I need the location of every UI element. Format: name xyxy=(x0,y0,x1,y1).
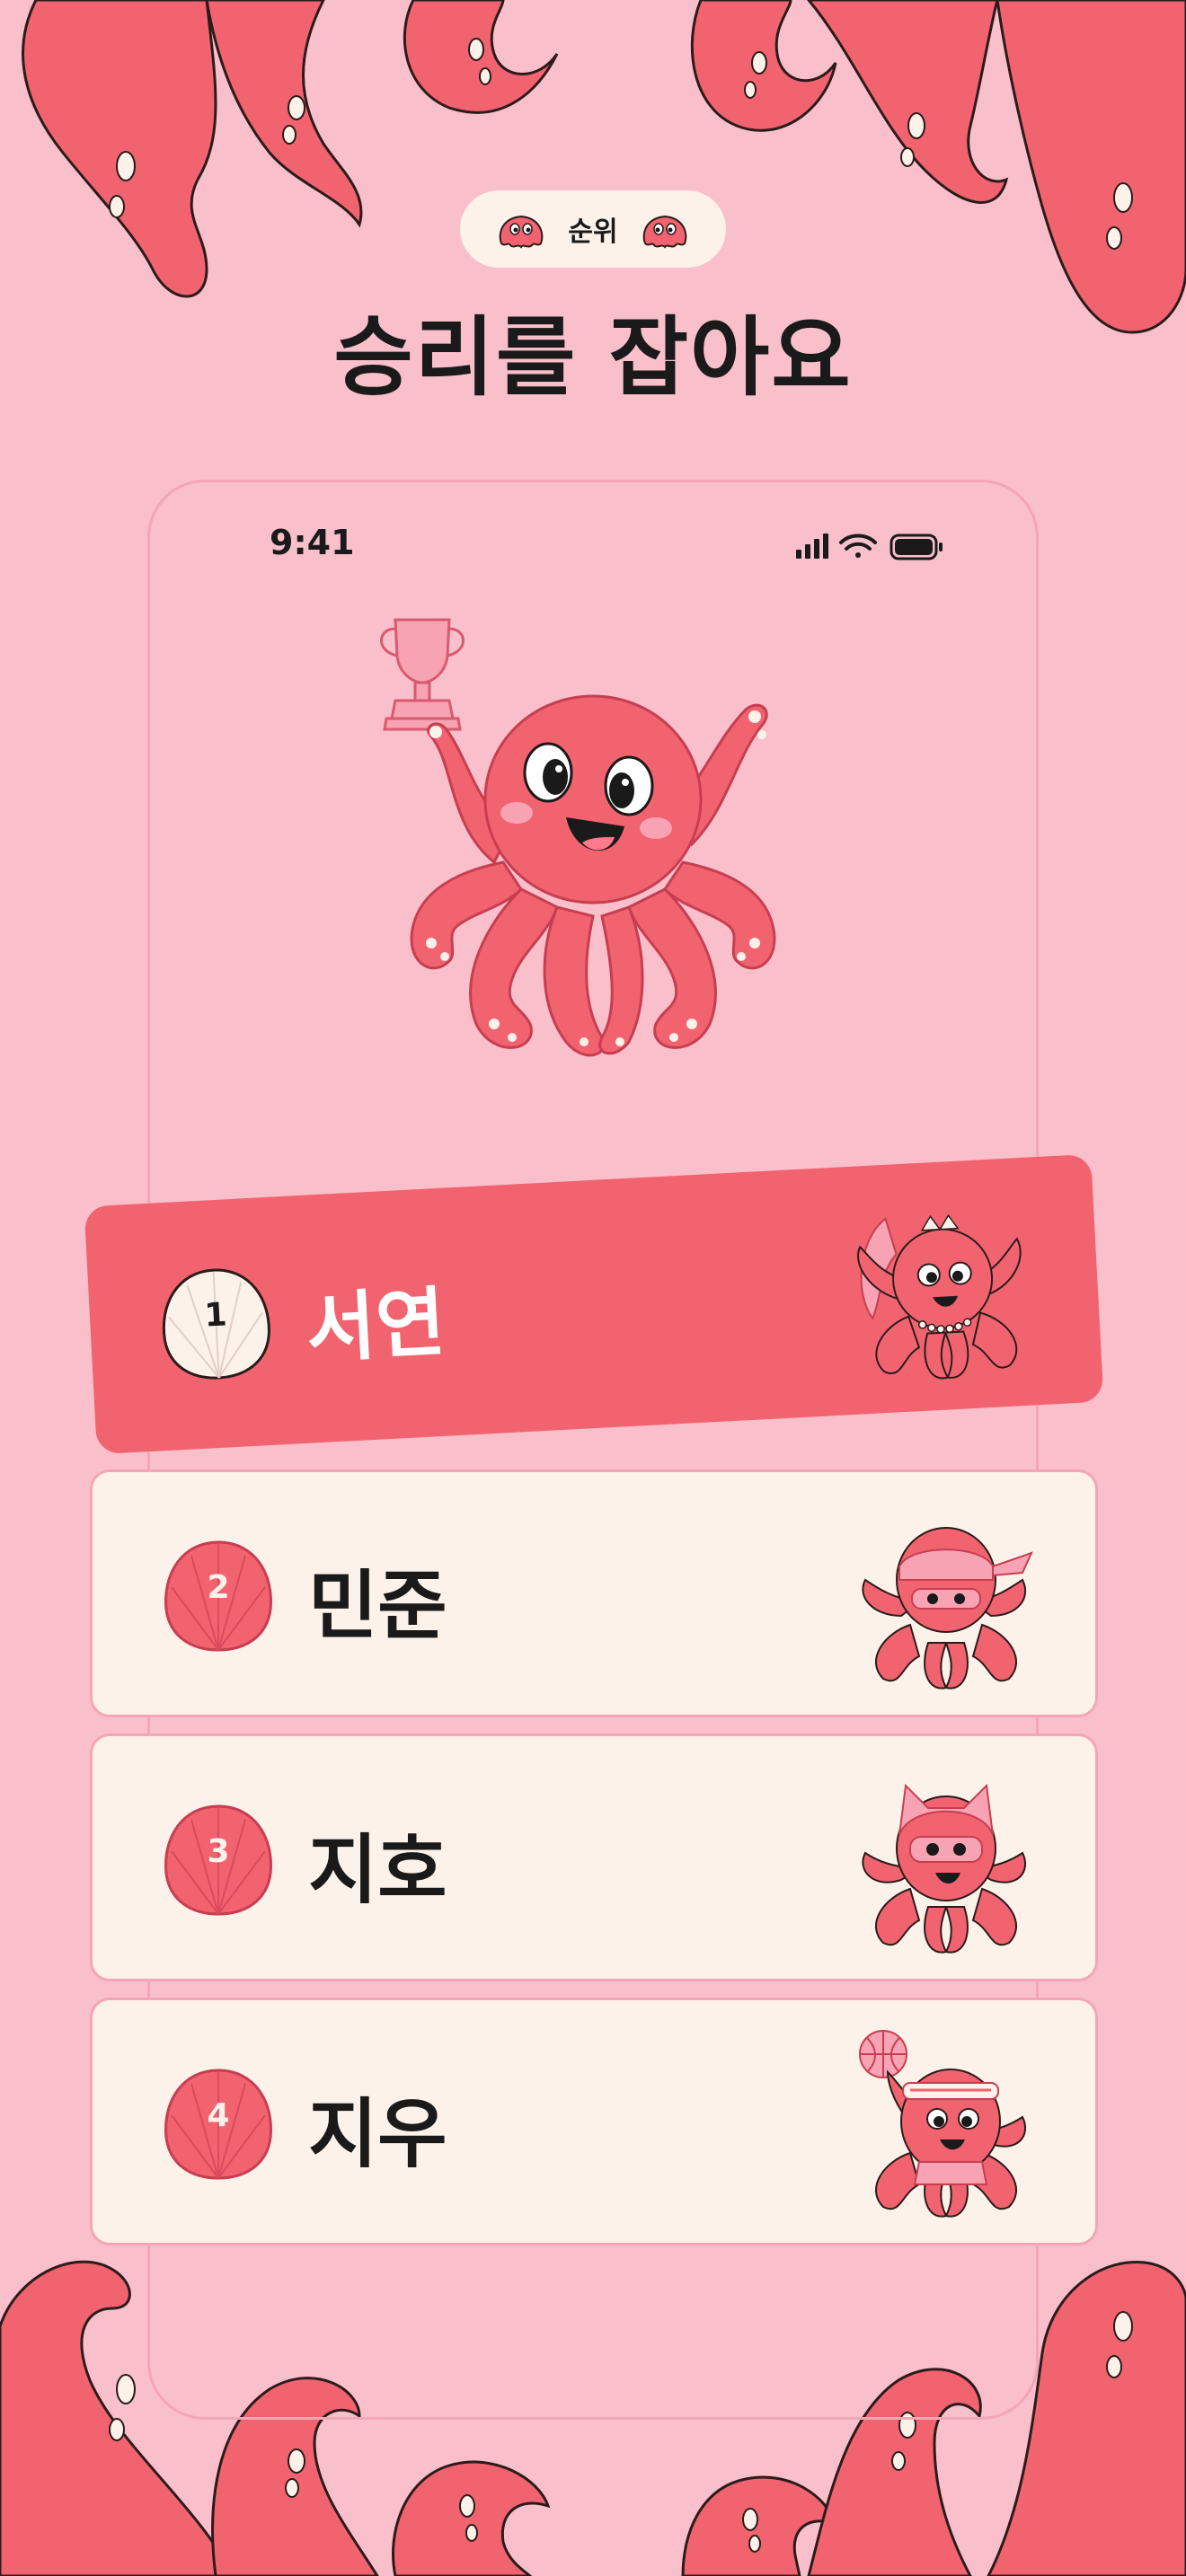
signal-icon xyxy=(796,534,828,559)
rank-number: 4 xyxy=(207,2097,230,2134)
status-icons xyxy=(796,534,943,560)
ranking-badge: 순위 xyxy=(460,190,726,268)
leaderboard-row-1[interactable]: 1 서연 xyxy=(84,1153,1104,1455)
player-name: 서연 xyxy=(304,1277,447,1373)
octopus-cat-avatar-icon xyxy=(862,1783,1027,1954)
octopus-ninja-avatar-icon xyxy=(862,1527,1033,1689)
octopus-mermaid-avatar-icon xyxy=(857,1213,1022,1380)
leaderboard-row-4[interactable]: 4 지우 xyxy=(90,1998,1098,2245)
player-name: 민준 xyxy=(308,1562,447,1650)
page-title: 승리를 잡아요 xyxy=(333,307,853,408)
rank-number: 2 xyxy=(207,1569,230,1606)
leaderboard-row-2[interactable]: 2 민준 xyxy=(90,1469,1098,1717)
badge-label: 순위 xyxy=(568,216,618,248)
octopus-mini-icon xyxy=(642,215,686,249)
status-time: 9:41 xyxy=(270,523,355,562)
octopus-mini-icon xyxy=(500,215,544,249)
player-name: 지우 xyxy=(308,2090,447,2178)
octopus-basketball-avatar-icon xyxy=(859,2030,1027,2218)
basketball-icon xyxy=(859,2030,907,2078)
rank-number: 1 xyxy=(203,1296,228,1335)
wifi-icon xyxy=(839,534,877,558)
octopus-mascot-icon xyxy=(380,618,776,1057)
rank-number: 3 xyxy=(207,1833,230,1870)
player-name: 지호 xyxy=(308,1826,447,1914)
battery-icon xyxy=(890,534,943,560)
leaderboard-row-3[interactable]: 3 지호 xyxy=(90,1734,1098,1981)
trophy-icon xyxy=(380,618,465,731)
